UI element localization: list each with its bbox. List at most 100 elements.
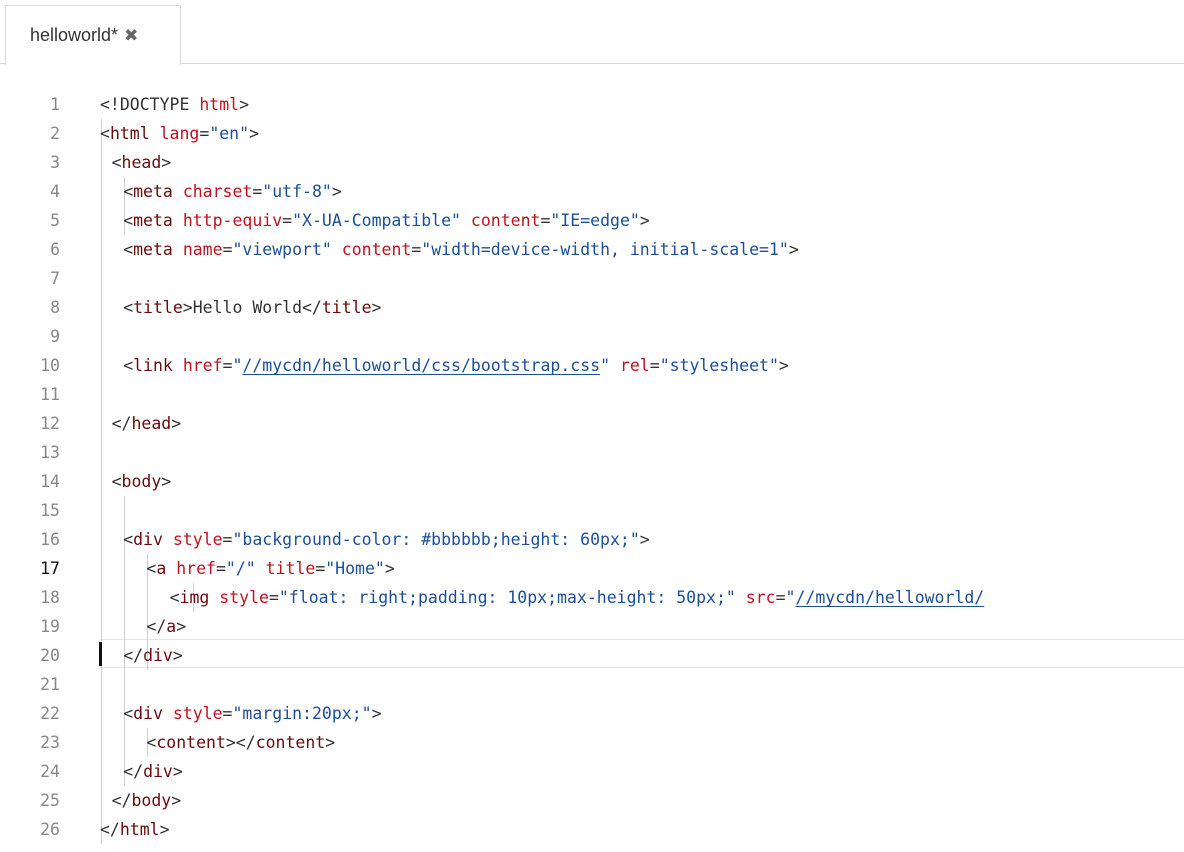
code-line[interactable]: 13 (0, 438, 1184, 467)
code-token: div (143, 762, 173, 781)
code-token: > (161, 153, 172, 172)
code-token: content (255, 733, 326, 752)
code-text: </div> (123, 757, 183, 786)
code-token: title (133, 298, 183, 317)
code-token: div (143, 646, 173, 665)
code-token[interactable]: //mycdn/helloworld/ (795, 588, 984, 607)
code-line[interactable]: 24 </div> (0, 757, 1184, 786)
code-line[interactable]: 16 <div style="background-color: #bbbbbb;… (0, 525, 1184, 554)
line-number: 20 (40, 646, 60, 665)
line-number: 15 (40, 501, 60, 520)
code-token: < (100, 124, 110, 143)
code-token: </ (123, 646, 144, 665)
code-token: < (123, 211, 134, 230)
code-token: " (785, 588, 796, 607)
code-token: = (222, 356, 233, 375)
code-token: a (156, 559, 167, 578)
code-text: </head> (112, 409, 182, 438)
code-token: "utf-8" (262, 182, 332, 201)
code-token[interactable]: //mycdn/helloworld/css/bootstrap.css (242, 356, 600, 375)
code-token: "viewport" (232, 240, 332, 259)
code-line[interactable]: 18 <img style="float: right;padding: 10px… (0, 583, 1184, 612)
line-number: 11 (40, 385, 60, 404)
line-number: 7 (50, 269, 60, 288)
code-text: </div> (123, 641, 183, 670)
editor-tab[interactable]: helloworld* ✖ (5, 5, 181, 65)
code-line[interactable]: 8 <title>Hello World</title> (0, 293, 1184, 322)
code-line[interactable]: 7 (0, 264, 1184, 293)
code-token: = (649, 356, 660, 375)
code-token: content (341, 240, 412, 259)
line-number: 9 (50, 327, 60, 346)
code-token: < (111, 153, 122, 172)
code-text: </body> (112, 786, 182, 815)
code-token: "IE=edge" (550, 211, 640, 230)
line-number: 13 (40, 443, 60, 462)
code-token: >Hello World</ (182, 298, 322, 317)
code-token: > (172, 762, 183, 781)
code-text: <img style="float: right;padding: 10px;m… (170, 583, 985, 612)
code-line[interactable]: 12 </head> (0, 409, 1184, 438)
code-line[interactable]: 9 (0, 322, 1184, 351)
code-line[interactable]: 22 <div style="margin:20px;"> (0, 699, 1184, 728)
code-token: </ (111, 791, 132, 810)
code-line[interactable]: 4 <meta charset="utf-8"> (0, 177, 1184, 206)
code-token: < (123, 704, 134, 723)
code-token: < (111, 472, 122, 491)
line-number: 10 (40, 356, 60, 375)
code-token: > (249, 124, 259, 143)
code-line[interactable]: 17 <a href="/" title="Home"> (0, 554, 1184, 583)
code-line[interactable]: 5 <meta http-equiv="X-UA-Compatible" cont… (0, 206, 1184, 235)
code-token: a (166, 617, 177, 636)
code-line[interactable]: 11 (0, 380, 1184, 409)
code-token: > (239, 95, 250, 114)
code-token: < (169, 588, 180, 607)
code-token: "background-color: #bbbbbb;height: 60px;… (232, 530, 640, 549)
code-line[interactable]: 10 <link href="//mycdn/helloworld/css/boo… (0, 351, 1184, 380)
code-line[interactable]: 15 (0, 496, 1184, 525)
code-token: " (600, 356, 610, 375)
line-number: 22 (40, 704, 60, 723)
code-token: = (315, 559, 326, 578)
code-token: = (268, 588, 279, 607)
code-line[interactable]: 25 </body> (0, 786, 1184, 815)
code-token: title (321, 298, 372, 317)
code-token: = (775, 588, 786, 607)
code-token: > (325, 733, 336, 752)
code-line[interactable]: 1 <!DOCTYPE html> (0, 90, 1184, 119)
code-line[interactable]: 14 <body> (0, 467, 1184, 496)
code-token: http-equiv (182, 211, 283, 230)
code-line[interactable]: 2 <html lang="en"> (0, 119, 1184, 148)
line-number: 8 (50, 298, 60, 317)
code-line[interactable]: 6 <meta name="viewport" content="width=de… (0, 235, 1184, 264)
code-line[interactable]: 3 <head> (0, 148, 1184, 177)
close-icon[interactable]: ✖ (124, 26, 138, 46)
code-token: = (222, 704, 233, 723)
code-text: <meta http-equiv="X-UA-Compatible" conte… (123, 206, 650, 235)
tab-title: helloworld* (30, 25, 119, 45)
code-token: html (109, 124, 150, 143)
code-token: </ (111, 414, 132, 433)
code-line[interactable]: 20 </div> (0, 641, 1184, 670)
line-number: 21 (40, 675, 60, 694)
code-token: "width=device-width, initial-scale=1" (421, 240, 789, 259)
code-token: content (156, 733, 226, 752)
code-editor[interactable]: 1 <!DOCTYPE html> 2 <html lang="en"> 3 <head>… (0, 90, 1184, 852)
code-line[interactable]: 21 (0, 670, 1184, 699)
code-token: </ (146, 617, 167, 636)
code-token: > (176, 617, 187, 636)
code-text: <head> (112, 148, 172, 177)
code-token: > (639, 211, 650, 230)
code-token: = (540, 211, 551, 230)
code-line[interactable]: 23 <content></content> (0, 728, 1184, 757)
code-line[interactable]: 26 </html> (0, 815, 1184, 844)
line-number: 16 (40, 530, 60, 549)
code-token: < (123, 240, 134, 259)
line-number: 4 (50, 182, 60, 201)
code-line[interactable]: 19 </a> (0, 612, 1184, 641)
